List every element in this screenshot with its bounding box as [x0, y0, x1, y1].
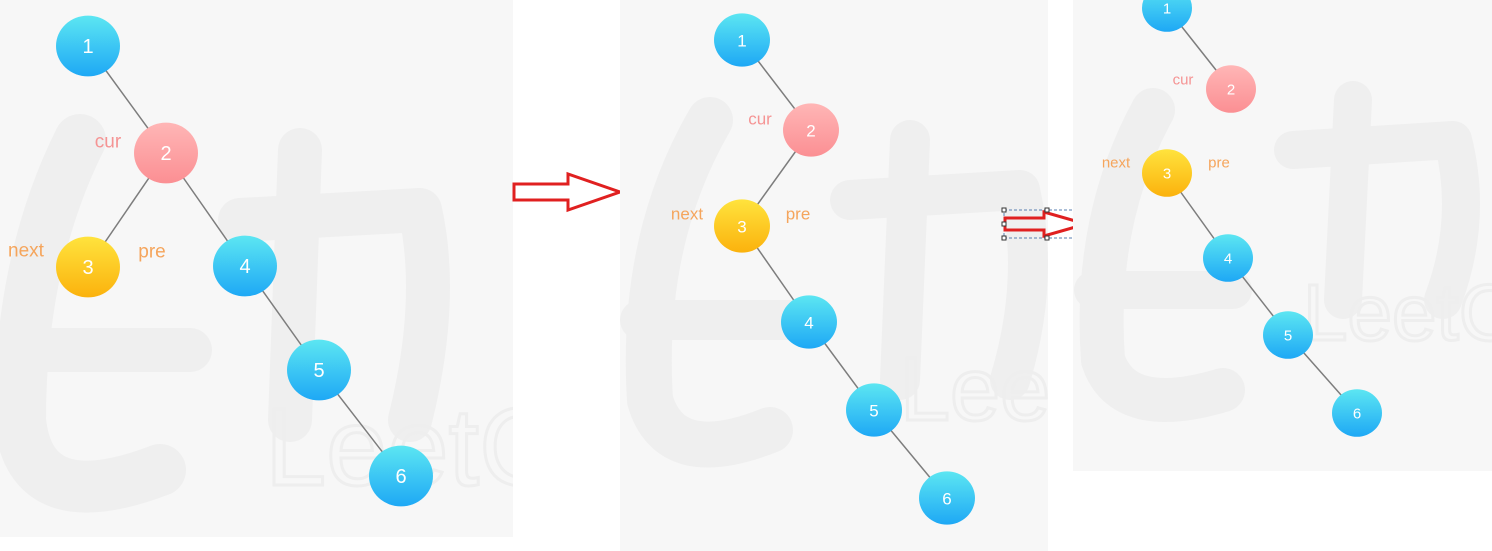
- tree-node-6: 6: [1332, 389, 1382, 437]
- node-label-6: 6: [395, 466, 406, 488]
- tree-node-6: 6: [369, 445, 433, 507]
- node-label-4: 4: [804, 314, 813, 333]
- node-label-5: 5: [1284, 328, 1292, 345]
- node-label-5: 5: [313, 360, 324, 382]
- tree-panel-3: LeetC 1 2 3 4 5 6 cur next pre: [1073, 0, 1492, 471]
- tree-node-2: 2: [134, 122, 198, 184]
- tree-node-4: 4: [1203, 234, 1253, 282]
- tree-node-5: 5: [1263, 311, 1313, 359]
- pointer-label-pre: pre: [1208, 155, 1230, 172]
- pointer-label-cur: cur: [748, 110, 772, 129]
- node-label-6: 6: [1353, 406, 1361, 423]
- tree-node-5: 5: [287, 339, 351, 401]
- tree-node-1: 1: [56, 15, 120, 77]
- tree-node-1: 1: [1142, 0, 1192, 32]
- node-label-3: 3: [737, 218, 746, 237]
- node-label-2: 2: [160, 143, 171, 165]
- tree-diagram-1: 1 2 3 4 5 6 cur next pre: [8, 15, 433, 507]
- tree-diagram-3: 1 2 3 4 5 6 cur next pre: [1102, 0, 1382, 437]
- tree-node-5: 5: [846, 383, 902, 437]
- pointer-label-pre: pre: [786, 205, 811, 224]
- node-label-4: 4: [239, 256, 250, 278]
- pointer-label-cur: cur: [95, 132, 122, 153]
- pointer-label-next: next: [8, 241, 45, 262]
- node-label-1: 1: [82, 36, 93, 58]
- node-label-1: 1: [1163, 1, 1171, 18]
- tree-node-3: 3: [714, 199, 770, 253]
- tree-node-4: 4: [213, 235, 277, 297]
- node-label-5: 5: [869, 402, 878, 421]
- pointer-label-pre: pre: [138, 242, 165, 263]
- tree-node-2: 2: [783, 103, 839, 157]
- node-label-2: 2: [1227, 82, 1235, 99]
- node-label-4: 4: [1224, 251, 1232, 268]
- node-label-3: 3: [82, 257, 93, 279]
- node-label-2: 2: [806, 122, 815, 141]
- arrow-right-icon: [512, 171, 625, 213]
- pointer-label-cur: cur: [1173, 72, 1194, 89]
- tree-node-2: 2: [1206, 65, 1256, 113]
- pointer-label-next: next: [1102, 155, 1131, 172]
- tree-node-4: 4: [781, 295, 837, 349]
- node-label-3: 3: [1163, 166, 1171, 183]
- tree-node-3: 3: [1142, 149, 1192, 197]
- node-label-6: 6: [942, 490, 951, 509]
- tree-panel-2: LeetC 123456curnextpre: [620, 0, 1048, 551]
- tree-panel-1: LeetC 123456curnextpre: [0, 0, 513, 537]
- node-label-1: 1: [737, 32, 746, 51]
- tree-node-3: 3: [56, 236, 120, 298]
- tree-node-1: 1: [714, 13, 770, 67]
- pointer-label-next: next: [671, 205, 703, 224]
- tree-node-6: 6: [919, 471, 975, 525]
- tree-diagram-2: 1 2 3 4 5 6 cur next pre: [671, 13, 975, 525]
